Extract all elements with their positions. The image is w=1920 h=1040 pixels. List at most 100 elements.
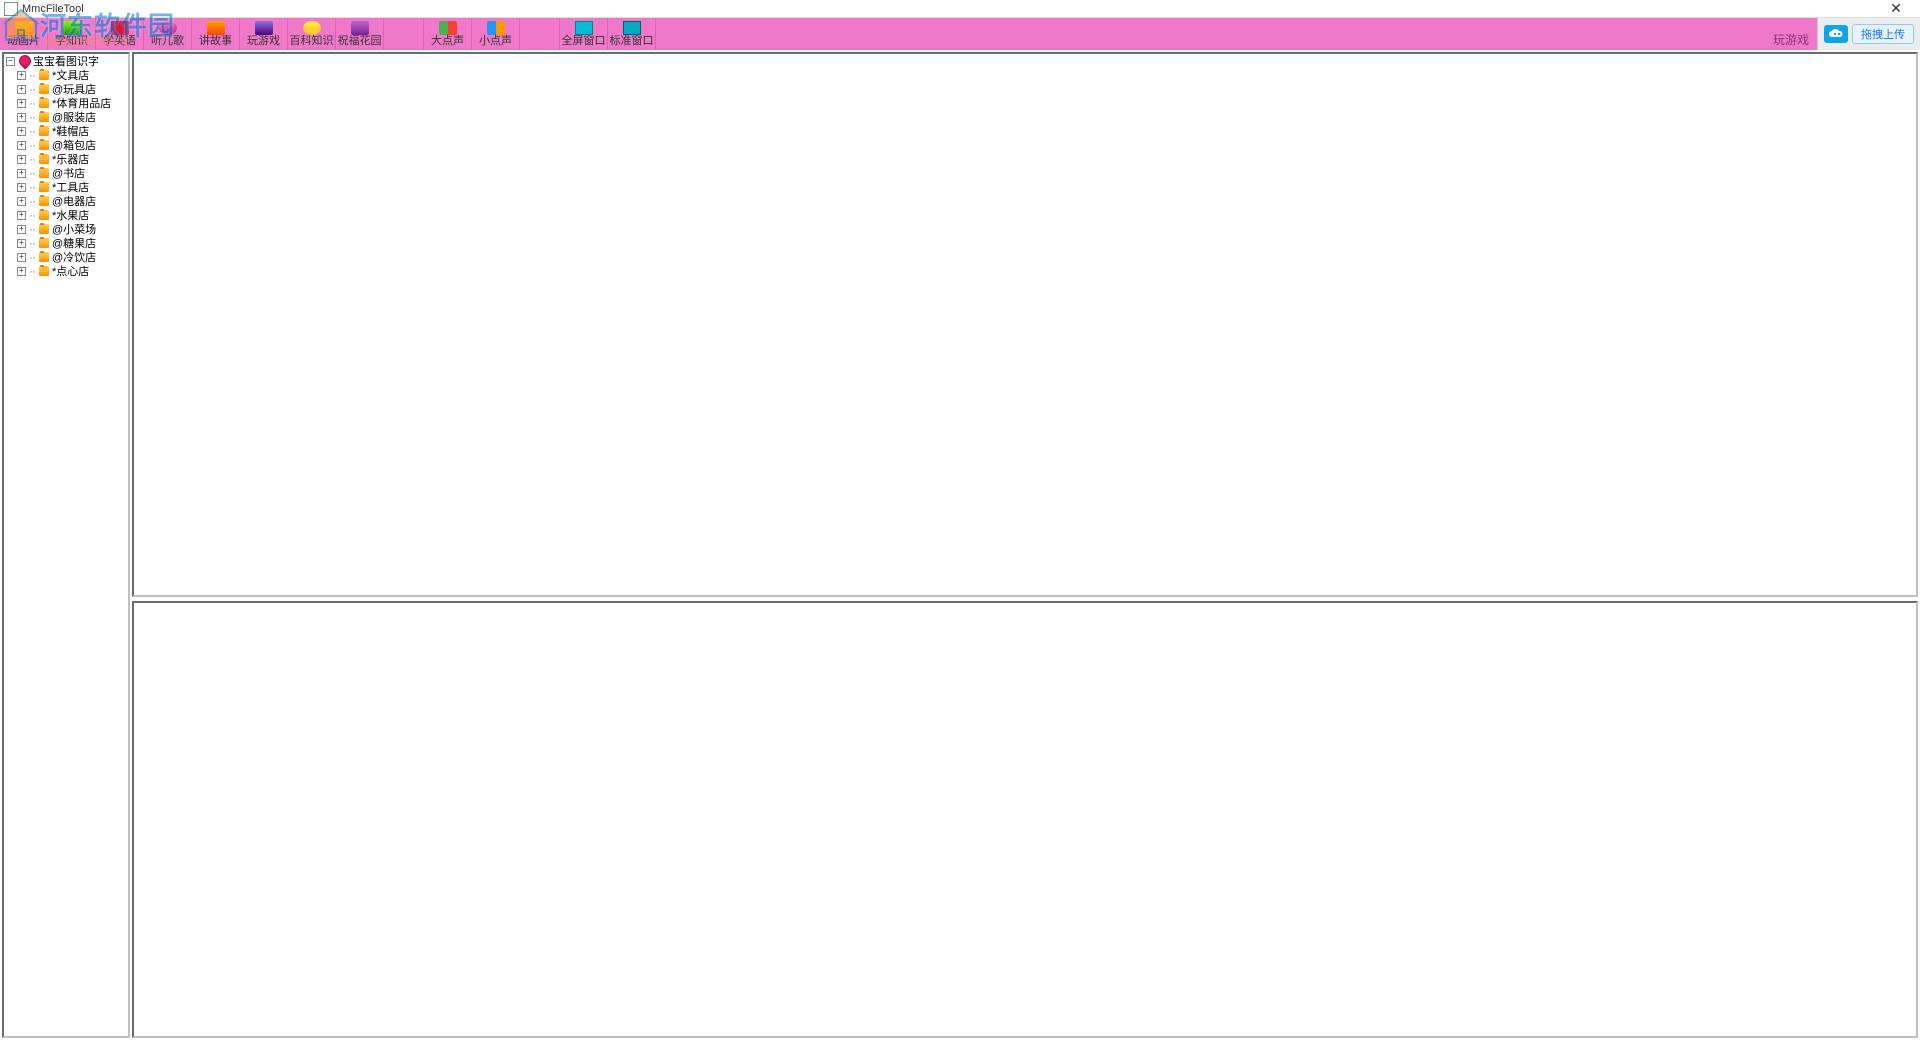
expand-icon[interactable]: +	[17, 85, 26, 94]
expand-icon[interactable]: +	[17, 183, 26, 192]
wiki-label: 百科知识	[290, 35, 334, 47]
tree-item[interactable]: +··@小菜场	[4, 222, 128, 236]
english-icon	[111, 21, 129, 35]
main-area: − 宝宝看图识字 +··*文具店+··@玩具店+··*体育用品店+··@服装店+…	[0, 50, 1920, 1040]
folder-icon	[38, 139, 50, 151]
content-pane-lower[interactable]	[132, 601, 1918, 1038]
toolbar-btn-cartoon[interactable]: 动画片	[0, 18, 48, 50]
tree-item[interactable]: +··*体育用品店	[4, 96, 128, 110]
upload-label: 拖拽上传	[1861, 26, 1905, 42]
expand-icon[interactable]: +	[17, 267, 26, 276]
tree-panel[interactable]: − 宝宝看图识字 +··*文具店+··@玩具店+··*体育用品店+··@服装店+…	[2, 52, 130, 1038]
expand-icon[interactable]: +	[17, 239, 26, 248]
toolbar-btn-wiki[interactable]: 百科知识	[288, 18, 336, 50]
folder-icon	[38, 237, 50, 249]
expand-icon[interactable]: +	[17, 225, 26, 234]
tree-item[interactable]: +··*点心店	[4, 264, 128, 278]
folder-icon	[38, 167, 50, 179]
collapse-icon[interactable]: −	[6, 57, 15, 66]
tree-item[interactable]: +··@冷饮店	[4, 250, 128, 264]
toolbar-btn-songs[interactable]: 听儿歌	[144, 18, 192, 50]
game-label: 玩游戏	[247, 35, 280, 47]
tree-item[interactable]: +··@服装店	[4, 110, 128, 124]
bless-icon	[351, 21, 369, 35]
toolbar-status-text: 玩游戏	[1773, 31, 1809, 48]
expand-icon[interactable]: +	[17, 71, 26, 80]
fullscreen-label: 全屏窗口	[562, 35, 606, 47]
tree-item[interactable]: +··*水果店	[4, 208, 128, 222]
expand-icon[interactable]: +	[17, 253, 26, 262]
expand-icon[interactable]: +	[17, 211, 26, 220]
folder-icon	[38, 195, 50, 207]
window-title: MmcFileTool	[22, 3, 1876, 15]
folder-icon	[38, 265, 50, 277]
folder-icon	[38, 209, 50, 221]
songs-icon	[159, 21, 177, 35]
tree-item[interactable]: +··@箱包店	[4, 138, 128, 152]
folder-icon	[38, 69, 50, 81]
tree-item[interactable]: +··@玩具店	[4, 82, 128, 96]
content-pane-upper[interactable]	[132, 52, 1918, 597]
content-column	[132, 52, 1918, 1038]
tree-item[interactable]: +··@书店	[4, 166, 128, 180]
bless-label: 祝福花园	[338, 35, 382, 47]
folder-icon	[38, 223, 50, 235]
toolbar-upload-area: 拖拽上传	[1817, 18, 1920, 50]
toolbar: 动画片学知识学英语听儿歌讲故事玩游戏百科知识祝福花园 大点声小点声 全屏窗口标准…	[0, 18, 1920, 50]
watermark-url: www.pc0359.cn	[44, 34, 128, 48]
game-icon	[255, 21, 273, 35]
toolbar-btn-fullscreen[interactable]: 全屏窗口	[560, 18, 608, 50]
quieter-icon	[487, 21, 505, 35]
folder-icon	[38, 125, 50, 137]
toolbar-status-area: 玩游戏	[656, 18, 1817, 50]
folder-icon	[38, 111, 50, 123]
story-label: 讲故事	[199, 35, 232, 47]
toolbar-btn-quieter[interactable]: 小点声	[472, 18, 520, 50]
folder-icon	[38, 97, 50, 109]
folder-icon	[38, 251, 50, 263]
quieter-label: 小点声	[479, 35, 512, 47]
tree-item[interactable]: +··@糖果店	[4, 236, 128, 250]
louder-label: 大点声	[431, 35, 464, 47]
story-icon	[207, 21, 225, 35]
cartoon-label: 动画片	[7, 35, 40, 47]
expand-icon[interactable]: +	[17, 99, 26, 108]
close-button[interactable]: ✕	[1876, 1, 1916, 17]
toolbar-btn-story[interactable]: 讲故事	[192, 18, 240, 50]
folder-icon	[38, 153, 50, 165]
tree-item[interactable]: +··@电器店	[4, 194, 128, 208]
cloud-icon	[1824, 25, 1848, 43]
stdwindow-label: 标准窗口	[610, 35, 654, 47]
tree-item[interactable]: +··*乐器店	[4, 152, 128, 166]
wiki-icon	[303, 21, 321, 35]
titlebar: MmcFileTool ✕	[0, 0, 1920, 18]
songs-label: 听儿歌	[151, 35, 184, 47]
tree-item-label: *点心店	[52, 263, 89, 279]
toolbar-btn-louder[interactable]: 大点声	[424, 18, 472, 50]
app-icon	[4, 2, 18, 16]
tree-item[interactable]: +··*鞋帽店	[4, 124, 128, 138]
toolbar-btn-game[interactable]: 玩游戏	[240, 18, 288, 50]
drag-upload-button[interactable]: 拖拽上传	[1852, 24, 1914, 44]
stdwindow-icon	[623, 21, 641, 35]
folder-icon	[38, 181, 50, 193]
knowledge-icon	[63, 21, 81, 35]
expand-icon[interactable]: +	[17, 127, 26, 136]
louder-icon	[439, 21, 457, 35]
toolbar-btn-stdwindow[interactable]: 标准窗口	[608, 18, 656, 50]
expand-icon[interactable]: +	[17, 197, 26, 206]
expand-icon[interactable]: +	[17, 169, 26, 178]
tree-root[interactable]: − 宝宝看图识字	[4, 54, 128, 68]
fullscreen-icon	[575, 21, 593, 35]
folder-icon	[38, 83, 50, 95]
toolbar-group-window: 全屏窗口标准窗口	[560, 18, 656, 50]
tree-item[interactable]: +··*工具店	[4, 180, 128, 194]
cartoon-icon	[15, 21, 33, 35]
expand-icon[interactable]: +	[17, 141, 26, 150]
toolbar-group-volume: 大点声 小点声	[424, 18, 520, 50]
expand-icon[interactable]: +	[17, 113, 26, 122]
expand-icon[interactable]: +	[17, 155, 26, 164]
tree-item[interactable]: +··*文具店	[4, 68, 128, 82]
toolbar-btn-bless[interactable]: 祝福花园	[336, 18, 384, 50]
rose-icon	[19, 55, 31, 67]
